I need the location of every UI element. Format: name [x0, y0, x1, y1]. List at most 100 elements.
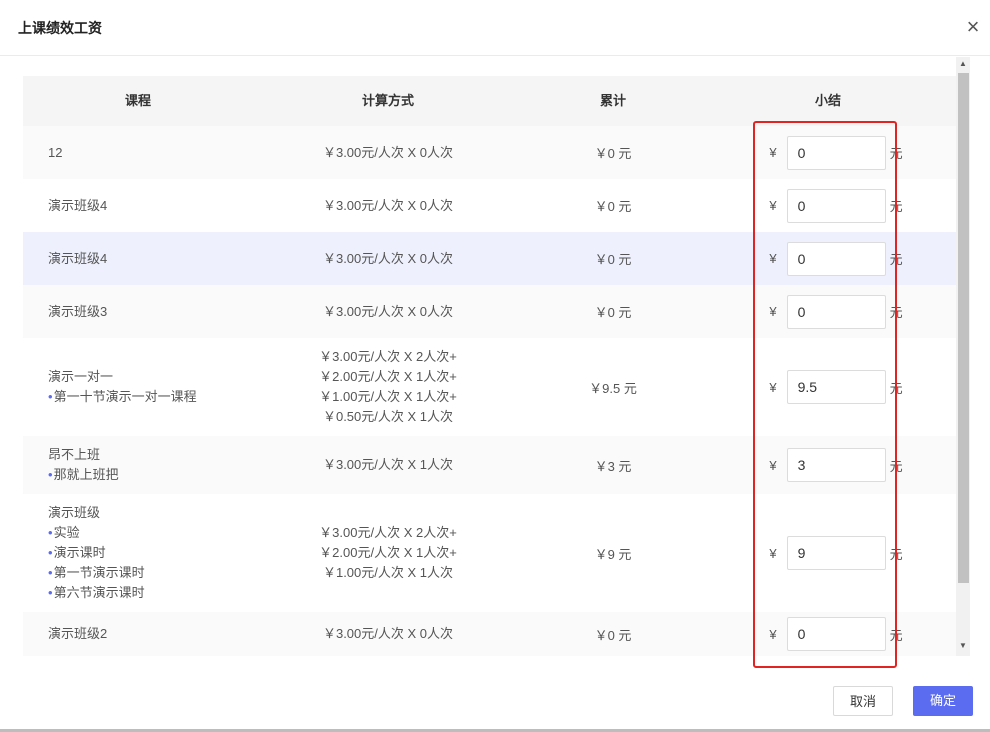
table-row: 演示班级3￥3.00元/人次 X 0人次￥0 元¥元 — [23, 285, 956, 338]
subtotal-input[interactable] — [786, 617, 886, 651]
course-name: 演示班级2 — [48, 626, 108, 641]
total-value: ￥9 元 — [594, 546, 632, 562]
unit-label: 元 — [889, 146, 903, 161]
calc-line: ￥2.00元/人次 X 1人次+ — [319, 545, 457, 560]
calc-method-cell: ￥3.00元/人次 X 0人次 — [273, 232, 503, 285]
unit-label: 元 — [889, 199, 903, 214]
course-sub-item: 第一节演示课时 — [48, 563, 145, 583]
subtotal-input[interactable] — [786, 294, 886, 329]
course-name: 演示班级4 — [48, 250, 108, 266]
course-name: 演示一对一 — [48, 369, 114, 384]
subtotal-cell: ¥元 — [761, 232, 911, 285]
unit-label: 元 — [889, 458, 903, 474]
total-cell: ￥0 元 — [563, 179, 663, 232]
total-cell: ￥0 元 — [563, 126, 663, 179]
calc-line: ￥3.00元/人次 X 0人次 — [322, 626, 454, 641]
calc-line: ￥3.00元/人次 X 0人次 — [322, 303, 454, 319]
currency-symbol: ¥ — [769, 198, 777, 213]
total-cell: ￥0 元 — [563, 232, 663, 285]
calc-line: ￥3.00元/人次 X 1人次 — [322, 457, 454, 472]
currency-symbol: ¥ — [769, 457, 777, 473]
currency-symbol: ¥ — [769, 379, 777, 395]
confirm-button[interactable]: 确定 — [913, 686, 973, 716]
calc-line: ￥1.00元/人次 X 1人次+ — [319, 389, 457, 404]
dialog-title: 上课绩效工资 — [18, 20, 102, 36]
subtotal-input[interactable] — [786, 370, 886, 404]
calc-line: ￥2.00元/人次 X 1人次+ — [319, 369, 457, 384]
total-value: ￥0 元 — [594, 146, 632, 161]
scrollbar-thumb[interactable] — [958, 73, 969, 583]
scroll-up-arrow-icon[interactable]: ▲ — [956, 57, 970, 71]
course-name: 12 — [48, 144, 63, 160]
course-sub-item: 第一十节演示一对一课程 — [48, 387, 197, 407]
course-name: 演示班级 — [48, 505, 101, 520]
total-value: ￥0 元 — [594, 305, 632, 320]
dialog-header: 上课绩效工资 × — [0, 0, 990, 56]
course-cell: 演示班级实验演示课时第一节演示课时第六节演示课时 — [48, 494, 278, 612]
course-cell: 演示班级4 — [48, 179, 278, 232]
table-row: 演示班级2￥3.00元/人次 X 0人次￥0 元¥元 — [23, 612, 956, 656]
currency-symbol: ¥ — [769, 545, 777, 561]
subtotal-cell: ¥元 — [761, 338, 911, 436]
course-name: 演示班级4 — [48, 197, 108, 213]
subtotal-cell: ¥元 — [761, 612, 911, 656]
calc-method-cell: ￥3.00元/人次 X 0人次 — [273, 285, 503, 338]
total-cell: ￥9 元 — [563, 494, 663, 612]
salary-table: 课程 计算方式 累计 小结 12￥3.00元/人次 X 0人次￥0 元¥元演示班… — [23, 76, 956, 656]
calc-line: ￥3.00元/人次 X 2人次+ — [319, 349, 457, 364]
calc-line: ￥3.00元/人次 X 0人次 — [322, 197, 454, 213]
unit-label: 元 — [889, 305, 903, 320]
close-icon[interactable]: × — [962, 16, 984, 38]
calc-line: ￥3.00元/人次 X 2人次+ — [319, 525, 457, 540]
table-row: 演示班级实验演示课时第一节演示课时第六节演示课时￥3.00元/人次 X 2人次+… — [23, 494, 956, 612]
subtotal-input[interactable] — [786, 448, 886, 482]
subtotal-cell: ¥元 — [761, 126, 911, 179]
table-row: 演示一对一第一十节演示一对一课程 ￥3.00元/人次 X 2人次+ ￥2.00元/人… — [23, 338, 956, 436]
unit-label: 元 — [889, 627, 903, 643]
course-cell: 演示班级4 — [48, 232, 278, 285]
currency-symbol: ¥ — [769, 626, 777, 642]
subtotal-input[interactable] — [786, 241, 886, 276]
subtotal-cell: ¥元 — [761, 436, 911, 494]
subtotal-cell: ¥元 — [761, 494, 911, 612]
subtotal-input[interactable] — [786, 188, 886, 223]
calc-method-cell: ￥3.00元/人次 X 1人次 — [273, 436, 503, 494]
calc-method-cell: ￥3.00元/人次 X 2人次+ ￥2.00元/人次 X 1人次+ ￥1.00元/人… — [273, 494, 503, 612]
course-cell: 演示一对一第一十节演示一对一课程 — [48, 338, 278, 436]
calc-method-cell: ￥3.00元/人次 X 0人次 — [273, 126, 503, 179]
course-sub-item: 第六节演示课时 — [48, 583, 145, 603]
course-sub-item: 实验 — [48, 523, 80, 543]
table-row: 12￥3.00元/人次 X 0人次￥0 元¥元 — [23, 126, 956, 179]
subtotal-cell: ¥元 — [761, 285, 911, 338]
total-value: ￥3 元 — [594, 458, 632, 474]
unit-label: 元 — [889, 546, 903, 562]
total-cell: ￥0 元 — [563, 285, 663, 338]
subtotal-input[interactable] — [786, 135, 886, 170]
subtotal-input[interactable] — [786, 536, 886, 570]
header-course: 课程 — [124, 93, 151, 108]
subtotal-cell: ¥元 — [761, 179, 911, 232]
scroll-down-arrow-icon[interactable]: ▼ — [956, 639, 970, 653]
course-sub-item: 演示课时 — [48, 543, 106, 563]
total-cell: ￥0 元 — [563, 612, 663, 656]
calc-method-cell: ￥3.00元/人次 X 0人次 — [273, 612, 503, 656]
course-cell: 演示班级2 — [48, 612, 278, 656]
table-header: 课程 计算方式 累计 小结 — [23, 76, 956, 126]
course-name: 演示班级3 — [48, 303, 108, 319]
unit-label: 元 — [889, 380, 903, 396]
calc-method-cell: ￥3.00元/人次 X 2人次+ ￥2.00元/人次 X 1人次+ ￥1.00元/人… — [273, 338, 503, 436]
header-subtotal: 小结 — [814, 93, 841, 108]
calc-line: ￥1.00元/人次 X 1人次 — [322, 565, 454, 580]
total-value: ￥0 元 — [594, 199, 632, 214]
calc-line: ￥0.50元/人次 X 1人次 — [322, 409, 454, 424]
currency-symbol: ¥ — [769, 304, 777, 319]
cancel-button[interactable]: 取消 — [833, 686, 893, 716]
total-value: ￥9.5 元 — [589, 380, 637, 396]
total-cell: ￥9.5 元 — [563, 338, 663, 436]
calc-line: ￥3.00元/人次 X 0人次 — [322, 144, 454, 160]
course-sub-item: 那就上班把 — [48, 465, 119, 485]
vertical-scrollbar[interactable]: ▲ ▼ — [956, 57, 970, 656]
currency-symbol: ¥ — [769, 251, 777, 266]
performance-salary-dialog: 上课绩效工资 × 课程 计算方式 累计 小结 12 ￥3.00元/人次 X 0人次… — [0, 0, 990, 732]
currency-symbol: ¥ — [769, 145, 777, 160]
